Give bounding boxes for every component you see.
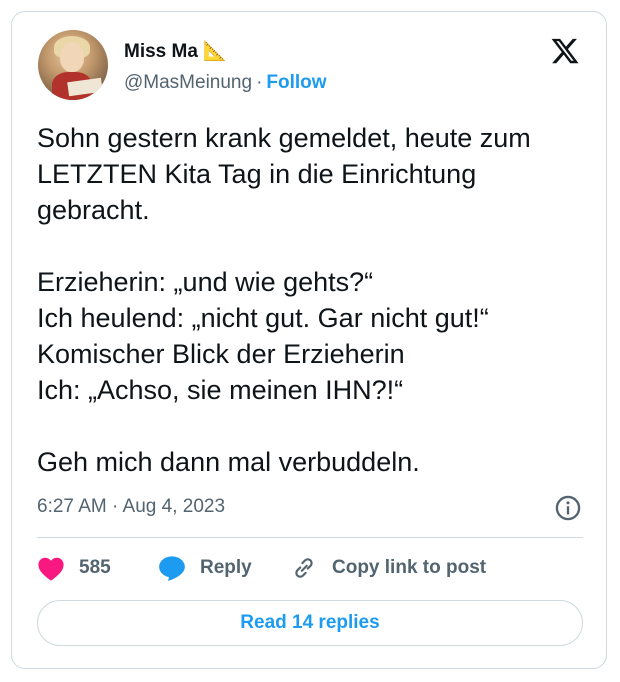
copy-link-label: Copy link to post <box>332 557 487 578</box>
reply-button[interactable]: Reply <box>158 552 252 584</box>
read-replies-button[interactable]: Read 14 replies <box>37 600 583 646</box>
avatar-face <box>60 42 84 72</box>
info-icon[interactable] <box>554 494 582 522</box>
tweet-text: Sohn gestern krank gemeldet, heute zum L… <box>37 123 531 477</box>
follow-button[interactable]: Follow <box>266 72 326 93</box>
author-handle[interactable]: @MasMeinung <box>124 72 252 93</box>
copy-link-button[interactable]: Copy link to post <box>290 552 486 584</box>
link-icon <box>295 558 313 578</box>
separator-dot: · <box>256 72 263 93</box>
author-handle-row: @MasMeinung · Follow <box>124 72 327 94</box>
like-count: 585 <box>79 557 111 578</box>
tweet-card: Miss Ma 📐 @MasMeinung · Follow Sohn gester… <box>11 11 607 669</box>
avatar[interactable] <box>38 30 108 100</box>
divider <box>37 537 583 538</box>
speech-bubble-icon <box>159 556 185 581</box>
author-name[interactable]: Miss Ma 📐 <box>124 39 227 63</box>
tweet-timestamp[interactable]: 6:27 AM · Aug 4, 2023 <box>37 496 225 518</box>
x-logo-icon[interactable] <box>550 36 580 66</box>
heart-icon <box>38 557 64 581</box>
like-button[interactable]: 585 <box>37 552 111 584</box>
reply-label: Reply <box>200 557 252 578</box>
